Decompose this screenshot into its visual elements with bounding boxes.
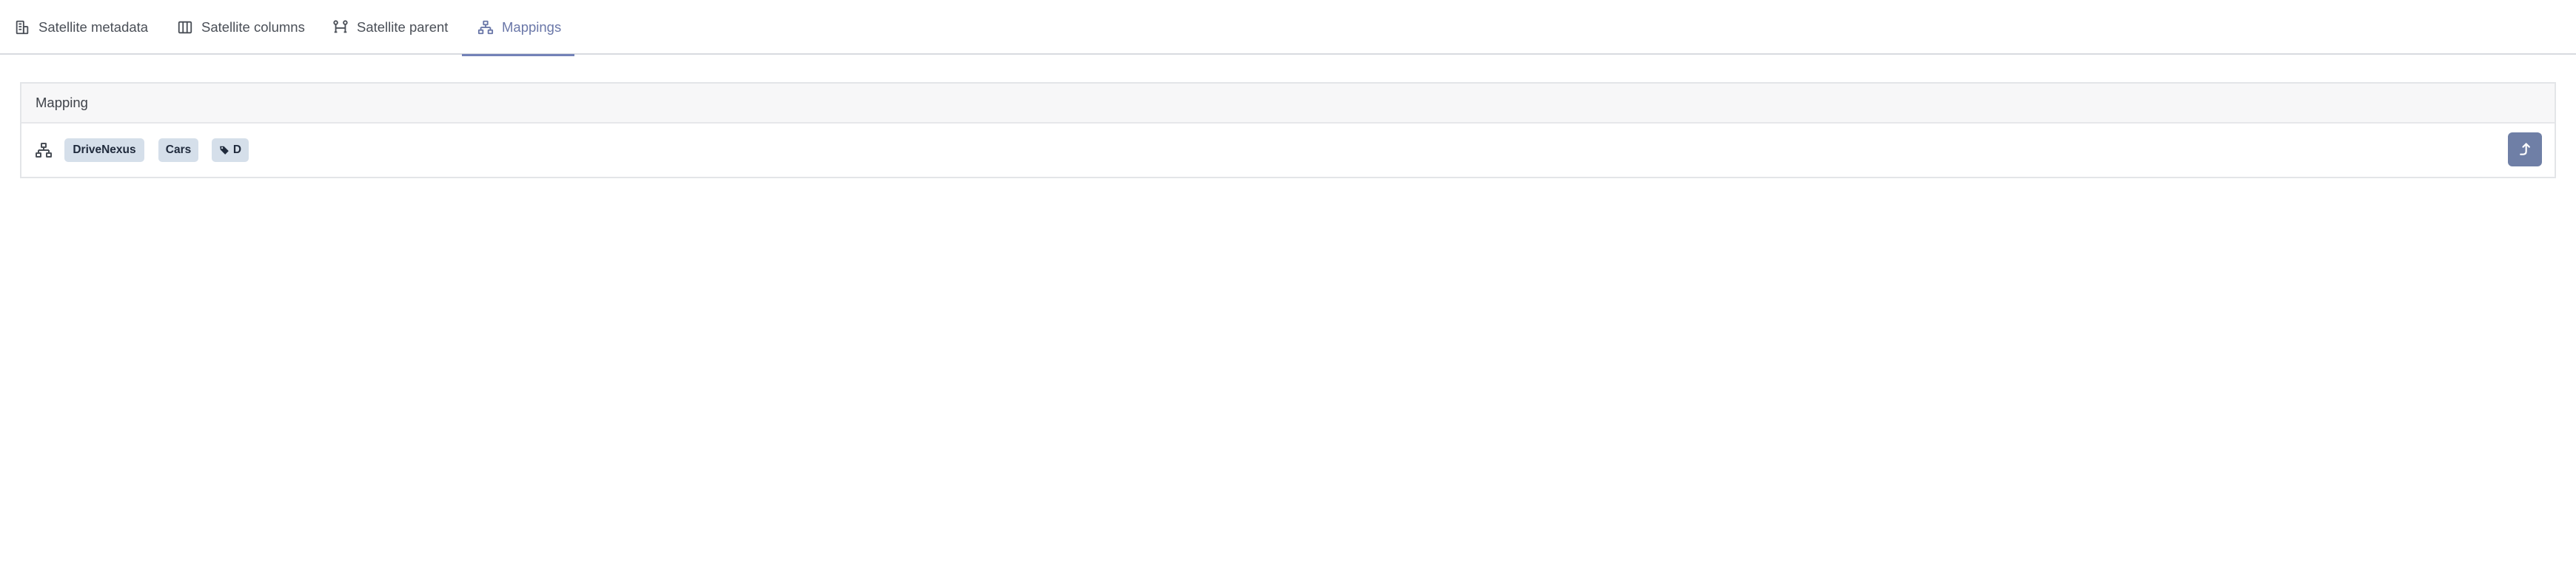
badge-nexus: DriveNexus [64, 138, 144, 162]
tab-satellite-metadata[interactable]: Satellite metadata [13, 0, 154, 55]
mapping-panel: Mapping DriveNexus Cars D [20, 82, 2556, 178]
tab-bar: Satellite metadata Satellite columns Sat [0, 0, 2576, 56]
tab-satellite-parent[interactable]: Satellite parent [332, 0, 457, 55]
sitemap-icon [35, 141, 53, 159]
mapping-row: DriveNexus Cars D [21, 124, 2555, 177]
hierarchy-link-icon [332, 18, 349, 36]
tab-mappings[interactable]: Mappings [462, 0, 574, 56]
tab-label: Satellite parent [357, 19, 449, 35]
tab-satellite-columns[interactable]: Satellite columns [176, 0, 305, 55]
badge-table: Cars [158, 138, 198, 162]
columns-icon [176, 18, 194, 36]
tab-label: Satellite columns [201, 19, 305, 35]
badge-tag-label: D [232, 143, 242, 156]
panel-header: Mapping [21, 84, 2555, 124]
tab-label: Satellite metadata [38, 19, 149, 35]
navigate-button[interactable] [2508, 132, 2542, 166]
sitemap-icon [477, 18, 494, 36]
badge-tag: D [212, 138, 249, 162]
building-icon [13, 18, 31, 36]
level-up-arrow-icon [2520, 143, 2530, 155]
tag-icon [220, 146, 229, 155]
tab-label: Mappings [502, 18, 562, 35]
